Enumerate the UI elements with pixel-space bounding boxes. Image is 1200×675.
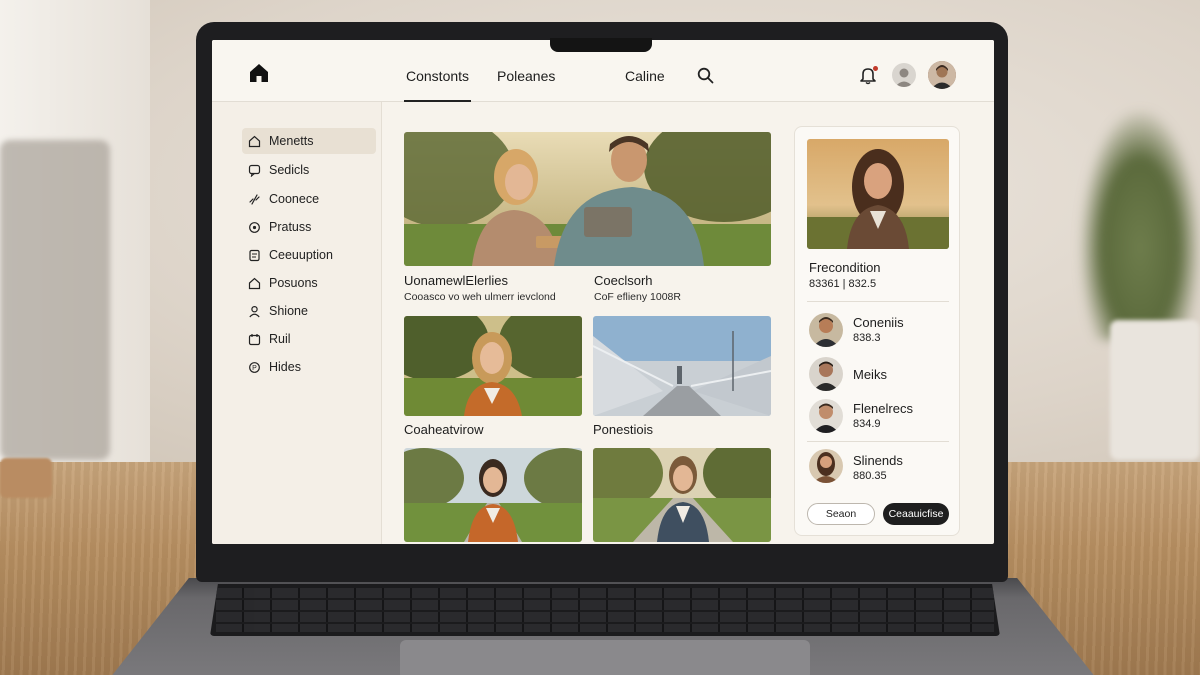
sidebar: Menetts Sedicls Coonece Pratuss Ceeuupti… (212, 102, 382, 544)
help-icon: P (249, 361, 260, 373)
sidebar-item-pratuss[interactable]: Pratuss (242, 214, 376, 240)
svg-text:P: P (252, 365, 257, 372)
person-name: Coneniis (853, 315, 904, 330)
sidebar-item-label: Hides (269, 360, 301, 374)
primary-button[interactable]: Ceaauicfise (883, 503, 949, 525)
background-chair (0, 140, 110, 460)
sidebar-item-posuons[interactable]: Posuons (242, 270, 376, 296)
sidebar-item-label: Ruil (269, 332, 291, 346)
card-photo[interactable] (404, 316, 582, 416)
person-name: Meiks (853, 367, 887, 382)
sidebar-item-ceeuuption[interactable]: Ceeuuption (242, 242, 376, 268)
divider (807, 441, 949, 442)
link-icon (249, 193, 260, 205)
featured-subtitle-left: Cooasco vo weh ulmerr ievclond (404, 291, 556, 303)
tab-constonts[interactable]: Constonts (403, 68, 472, 102)
laptop-trackpad (400, 640, 810, 675)
person-value: 834.9 (853, 418, 881, 430)
person-value: 880.35 (853, 470, 887, 482)
sidebar-item-ruil[interactable]: Ruil (242, 326, 376, 352)
sidebar-item-menetts[interactable]: Menetts (242, 128, 376, 154)
avatar[interactable] (809, 313, 843, 347)
card-photo[interactable] (593, 448, 771, 542)
settings-icon (249, 221, 260, 233)
profile-photo[interactable] (807, 139, 949, 249)
chat-icon (248, 164, 261, 177)
user-icon (249, 305, 260, 317)
document-icon (249, 249, 260, 261)
featured-photo[interactable] (404, 132, 771, 266)
avatar[interactable] (809, 449, 843, 483)
calendar-icon (248, 333, 261, 345)
background-plant-pot (1110, 320, 1200, 460)
card-photo[interactable] (593, 316, 771, 416)
home-icon (248, 277, 261, 289)
avatar[interactable] (928, 61, 956, 89)
sidebar-item-label: Menetts (269, 134, 314, 148)
sidebar-item-hides[interactable]: P Hides (242, 354, 376, 380)
card-caption: Ponestiois (593, 422, 653, 437)
avatar[interactable] (809, 357, 843, 391)
featured-subtitle-right: CoF eflieny 1008R (594, 291, 681, 303)
profile-name: Frecondition (809, 260, 881, 275)
card-photo[interactable] (404, 448, 582, 542)
home-icon[interactable] (248, 62, 270, 84)
sidebar-item-coonece[interactable]: Coonece (242, 186, 376, 212)
avatar[interactable] (809, 399, 843, 433)
avatar[interactable] (892, 63, 916, 87)
sidebar-item-label: Shione (269, 304, 308, 318)
secondary-button[interactable]: Seaon (807, 503, 875, 525)
sidebar-item-label: Coonece (269, 192, 320, 206)
profile-stats: 83361 | 832.5 (809, 278, 877, 290)
featured-title-left: UonamewlElerlies (404, 273, 509, 288)
person-name: Flenelrecs (853, 401, 913, 416)
laptop-keyboard (210, 584, 1000, 636)
sidebar-item-label: Sedicls (269, 163, 310, 177)
person-name: Slinends (853, 453, 903, 468)
person-value: 838.3 (853, 332, 881, 344)
divider (807, 301, 949, 302)
home-icon (248, 135, 261, 147)
profile-panel: Frecondition 83361 | 832.5 Coneniis 838.… (794, 126, 960, 536)
card-caption: Coaheatvirow (404, 422, 484, 437)
camera-notch (550, 38, 652, 52)
sidebar-item-label: Posuons (269, 276, 318, 290)
sidebar-item-label: Pratuss (269, 220, 312, 234)
featured-title-right: Coeclsorh (594, 273, 653, 288)
tab-poleanes[interactable]: Poleanes (497, 68, 555, 84)
laptop-screen: Constonts Poleanes Caline Menetts Sedicl… (212, 40, 994, 544)
sidebar-item-shione[interactable]: Shione (242, 298, 376, 324)
background-plant (1080, 110, 1200, 340)
sidebar-item-sedicls[interactable]: Sedicls (242, 157, 376, 183)
sidebar-item-label: Ceeuuption (269, 248, 333, 262)
tab-caline[interactable]: Caline (625, 68, 665, 84)
notification-dot (873, 66, 878, 71)
search-icon[interactable] (697, 67, 714, 84)
background-book (0, 458, 52, 498)
